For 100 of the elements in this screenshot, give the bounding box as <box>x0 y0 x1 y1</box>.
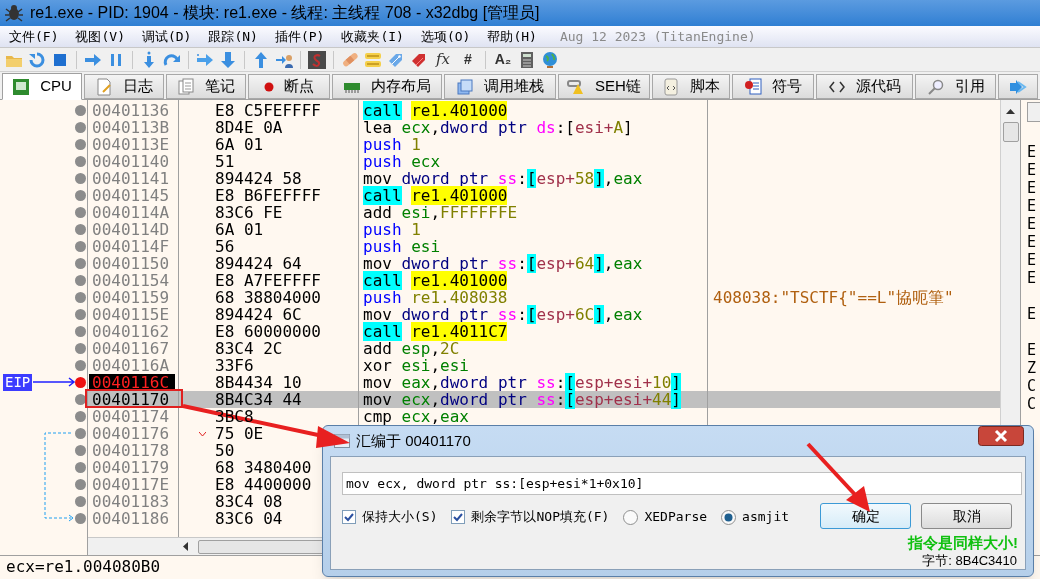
menu-item[interactable]: 插件(P) <box>274 26 325 47</box>
address-cell[interactable]: 0040114F <box>92 237 170 256</box>
menu-item[interactable]: 调试(D) <box>141 26 192 47</box>
dialog-title: 汇编于 00401170 <box>356 430 471 451</box>
close-icon[interactable] <box>978 426 1024 446</box>
eip-label: EIP <box>3 374 33 391</box>
tab[interactable]: SEH链 <box>558 74 650 99</box>
radio-button[interactable] <box>623 509 639 525</box>
register-label: C <box>1027 395 1038 413</box>
address-cell[interactable]: 00401162 <box>92 322 170 341</box>
left-arrow-icon[interactable] <box>182 542 188 551</box>
assembly-input-field[interactable]: mov ecx, dword ptr ss:[esp+esi*1+0x10] <box>342 472 1022 495</box>
arrow-down-icon[interactable] <box>219 50 237 69</box>
address-cell[interactable]: 00401167 <box>92 339 170 358</box>
address-cell[interactable]: 00401186 <box>92 509 170 528</box>
register-label: E <box>1027 179 1038 197</box>
bytes-cell: 33F6 <box>215 356 254 375</box>
bytes-cell: 6A 01 <box>215 135 264 154</box>
tab[interactable]: 调用堆栈 <box>444 74 556 99</box>
restart-icon[interactable] <box>28 50 46 69</box>
arrow-up-icon[interactable] <box>252 50 270 69</box>
tab[interactable]: 源代码 <box>816 74 913 99</box>
bytes-cell: 56 <box>215 237 235 256</box>
scroll-icon <box>662 77 680 96</box>
address-cell[interactable]: 0040114A <box>92 203 170 222</box>
address-cell[interactable]: 00401150 <box>92 254 170 273</box>
tab[interactable] <box>998 74 1038 99</box>
up-arrow-icon[interactable] <box>1006 108 1015 114</box>
instruction-text: add esi,FFFFFFFE <box>363 203 518 222</box>
menu-item[interactable]: 收藏夹(I) <box>341 26 404 47</box>
dialog-button[interactable]: 取消 <box>921 503 1012 529</box>
address-cell[interactable]: 00401174 <box>92 407 170 426</box>
tab[interactable]: 笔记 <box>166 74 246 99</box>
comment-text: 408038:"TSCTF{"==L"協呃筆" <box>713 288 954 307</box>
address-cell[interactable]: 0040113B <box>92 118 170 137</box>
instruction-text: push 1 <box>363 135 421 154</box>
address-cell[interactable]: 00401145 <box>92 186 170 205</box>
address-cell[interactable]: 00401170 <box>92 390 170 409</box>
search-icon <box>926 77 945 96</box>
address-cell[interactable]: 00401179 <box>92 458 170 477</box>
tab[interactable]: 内存布局 <box>332 74 442 99</box>
toolbar-glyph[interactable]: A₂ <box>493 49 513 70</box>
instruction-text: push re1.408038 <box>363 288 508 307</box>
address-cell[interactable]: 00401154 <box>92 271 170 290</box>
toolbar-glyph[interactable]: # <box>458 49 478 70</box>
address-cell[interactable]: 0040113E <box>92 135 170 154</box>
scrollbar-thumb[interactable] <box>1002 122 1019 142</box>
bytes-cell: 894424 64 <box>215 254 302 273</box>
address-cell[interactable]: 00401141 <box>92 169 170 188</box>
tab[interactable]: 断点 <box>248 74 330 99</box>
globe-icon[interactable] <box>541 50 559 69</box>
tab[interactable]: 日志 <box>84 74 164 99</box>
address-cell[interactable]: 0040114D <box>92 220 170 239</box>
arrow-right-icon <box>33 377 77 387</box>
bytes-cell: 894424 6C <box>215 305 302 324</box>
script-icon[interactable] <box>308 50 326 69</box>
tab[interactable]: 符号 <box>732 74 814 99</box>
bytes-cell: 894424 58 <box>215 169 302 188</box>
address-cell[interactable]: 00401183 <box>92 492 170 511</box>
radio-button[interactable] <box>721 509 737 525</box>
instruction-text: call re1.401000 <box>363 271 508 290</box>
address-cell[interactable]: 00401176 <box>92 424 170 443</box>
menu-item[interactable]: 跟踪(N) <box>208 26 258 47</box>
status-message: 指令是同样大小! <box>908 533 1018 553</box>
option-label: XEDParse <box>644 508 708 527</box>
address-cell[interactable]: 00401178 <box>92 441 170 460</box>
address-cell[interactable]: 0040116A <box>92 356 170 375</box>
bytes-cell: 51 <box>215 152 235 171</box>
instruction-text: xor esi,esi <box>363 356 469 375</box>
tab[interactable]: 脚本 <box>652 74 730 99</box>
register-label: E <box>1027 305 1038 323</box>
address-cell[interactable]: 00401140 <box>92 152 170 171</box>
address-cell[interactable]: 0040117E <box>92 475 170 494</box>
bytes-cell: 68 3480400 <box>215 458 312 477</box>
option-label: asmjit <box>742 508 790 527</box>
address-cell[interactable]: 00401159 <box>92 288 170 307</box>
checkbox[interactable] <box>451 510 466 524</box>
address-cell[interactable]: 0040115E <box>92 305 170 324</box>
register-label: Z <box>1027 359 1038 377</box>
bug-icon <box>4 3 24 23</box>
tab[interactable]: 引用 <box>915 74 996 99</box>
menu-item[interactable]: 帮助(H) <box>487 26 537 47</box>
toolbar-glyph[interactable]: fx <box>433 48 453 71</box>
menu-item[interactable]: 文件(F) <box>9 26 59 47</box>
calculator-icon[interactable] <box>518 50 536 69</box>
stack-icon <box>456 77 474 96</box>
checkbox[interactable] <box>342 510 356 524</box>
address-cell[interactable]: 00401136 <box>92 101 170 120</box>
register-label: E <box>1027 161 1038 179</box>
chip-icon <box>12 77 31 96</box>
instruction-text: mov ecx,dword ptr ss:[esp+esi+44] <box>363 390 681 409</box>
dialog-button[interactable]: 确定 <box>820 503 911 529</box>
document-icon <box>744 77 762 96</box>
menu-item[interactable]: 视图(V) <box>75 26 125 47</box>
comment-icon[interactable] <box>364 50 382 69</box>
tab[interactable]: CPU <box>2 73 82 100</box>
menu-item[interactable]: 选项(O) <box>420 26 471 47</box>
selected-row[interactable]: 00401170 8B4C34 44 mov ecx,dword ptr ss:[esp+esi+44] <box>88 391 1000 408</box>
status-text: ecx=re1.004080B0 <box>6 558 161 576</box>
register-label: E <box>1027 251 1038 269</box>
